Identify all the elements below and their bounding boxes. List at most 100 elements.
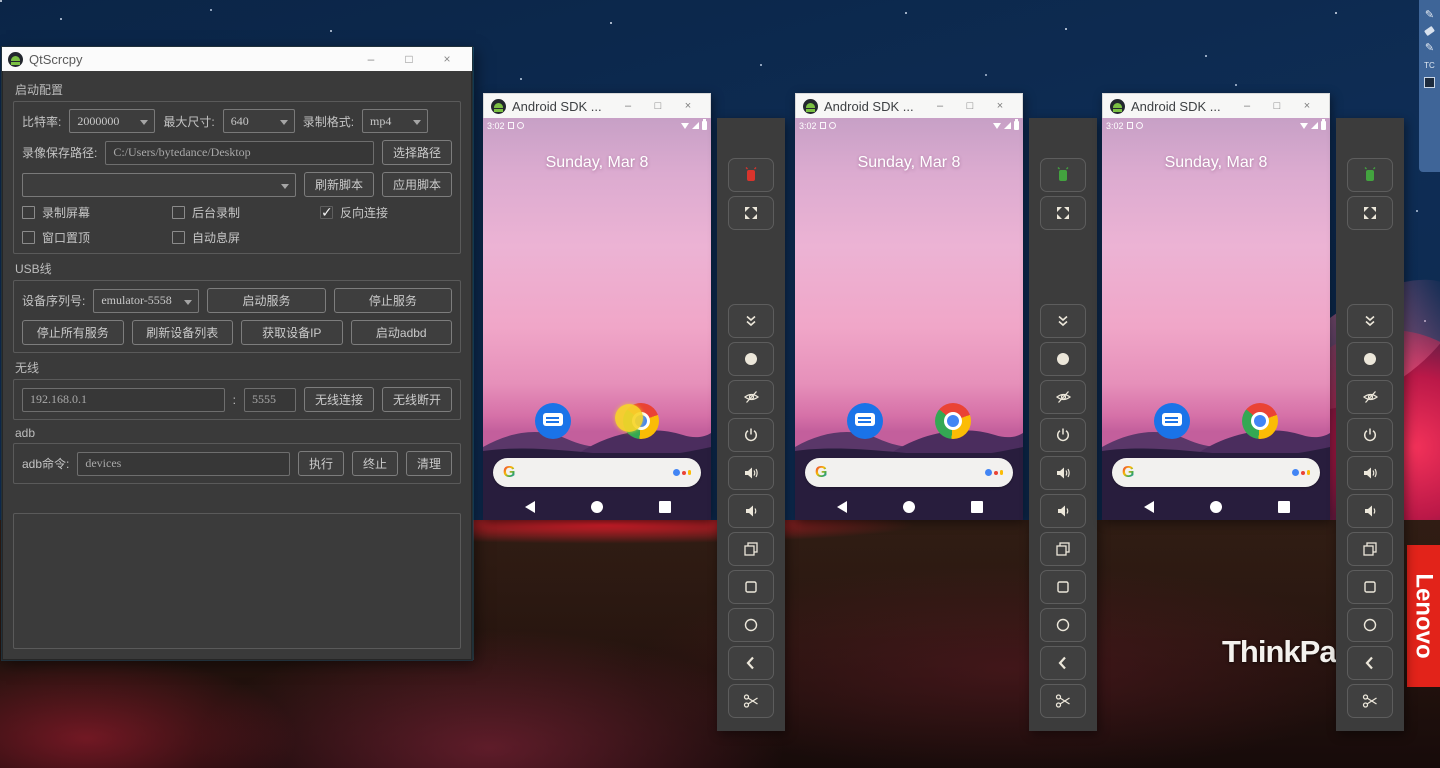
expand-more-button[interactable]	[1040, 304, 1086, 338]
phone-screen[interactable]: 3:02 Sunday, Mar 8 G	[795, 118, 1023, 520]
mic-icon[interactable]	[673, 469, 691, 476]
nav-recent-button[interactable]	[659, 501, 671, 513]
record-indicator-button[interactable]	[1347, 342, 1393, 376]
maximize-button[interactable]: □	[955, 100, 985, 112]
app-switch-button[interactable]	[1347, 532, 1393, 566]
pencil-icon[interactable]: ✎	[1425, 8, 1434, 21]
eraser-icon[interactable]	[1424, 26, 1435, 36]
power-button[interactable]	[728, 418, 774, 452]
checkbox-reverse-connect[interactable]: ✓ 反向连接	[320, 204, 452, 221]
home-button[interactable]	[1347, 608, 1393, 642]
adb-kill-button[interactable]: 终止	[352, 451, 398, 476]
close-button[interactable]: ×	[985, 100, 1015, 112]
close-button[interactable]: ×	[673, 100, 703, 112]
messages-app-icon[interactable]	[1154, 403, 1190, 439]
wireless-port-input[interactable]: 5555	[244, 388, 296, 412]
chrome-app-icon[interactable]	[935, 403, 971, 439]
screenshot-button[interactable]	[1040, 684, 1086, 718]
refresh-script-button[interactable]: 刷新脚本	[304, 172, 374, 197]
device-status-button[interactable]	[1347, 158, 1393, 192]
nav-recent-button[interactable]	[1278, 501, 1290, 513]
checkbox-window-on-top[interactable]: 窗口置顶	[22, 229, 172, 246]
maximize-button[interactable]: □	[643, 100, 673, 112]
volume-up-button[interactable]	[728, 456, 774, 490]
app-switch-button[interactable]	[728, 532, 774, 566]
save-path-input[interactable]: C:/Users/bytedance/Desktop	[105, 141, 374, 165]
nav-home-button[interactable]	[591, 501, 603, 513]
get-device-ip-button[interactable]: 获取设备IP	[241, 320, 343, 345]
refresh-device-list-button[interactable]: 刷新设备列表	[132, 320, 234, 345]
mic-icon[interactable]	[985, 469, 1003, 476]
back-button[interactable]	[728, 646, 774, 680]
close-button[interactable]: ×	[1292, 100, 1322, 112]
filled-square-icon[interactable]	[1424, 77, 1435, 88]
start-service-button[interactable]: 启动服务	[207, 288, 325, 313]
volume-down-button[interactable]	[1040, 494, 1086, 528]
minimize-button[interactable]: –	[613, 100, 643, 112]
checkbox-background-record[interactable]: 后台录制	[172, 204, 320, 221]
screenshot-button[interactable]	[1347, 684, 1393, 718]
record-indicator-button[interactable]	[728, 342, 774, 376]
volume-down-button[interactable]	[1347, 494, 1393, 528]
start-adbd-button[interactable]: 启动adbd	[351, 320, 453, 345]
maximize-button[interactable]: □	[1262, 100, 1292, 112]
wireless-ip-input[interactable]: 192.168.0.1	[22, 388, 225, 412]
power-button[interactable]	[1347, 418, 1393, 452]
max-size-combo[interactable]: 640	[223, 109, 295, 133]
home-button[interactable]	[1040, 608, 1086, 642]
google-search-bar[interactable]: G	[805, 458, 1013, 487]
emulator-titlebar[interactable]: Android SDK ... – □ ×	[795, 93, 1023, 118]
volume-up-button[interactable]	[1347, 456, 1393, 490]
log-output-area[interactable]	[13, 513, 461, 649]
screen-off-button[interactable]	[1347, 380, 1393, 414]
record-indicator-button[interactable]	[1040, 342, 1086, 376]
bitrate-combo[interactable]: 2000000	[69, 109, 155, 133]
stop-all-services-button[interactable]: 停止所有服务	[22, 320, 124, 345]
record-format-combo[interactable]: mp4	[362, 109, 428, 133]
fullscreen-button[interactable]	[1347, 196, 1393, 230]
device-status-button[interactable]	[1040, 158, 1086, 192]
back-button[interactable]	[1347, 646, 1393, 680]
messages-app-icon[interactable]	[847, 403, 883, 439]
home-button[interactable]	[728, 608, 774, 642]
nav-back-button[interactable]	[525, 501, 535, 513]
menu-button[interactable]	[1347, 570, 1393, 604]
volume-down-button[interactable]	[728, 494, 774, 528]
wireless-disconnect-button[interactable]: 无线断开	[382, 387, 452, 412]
checkbox-auto-screen-off[interactable]: 自动息屏	[172, 229, 320, 246]
script-combo[interactable]	[22, 173, 296, 197]
chrome-app-icon[interactable]	[1242, 403, 1278, 439]
serial-combo[interactable]: emulator-5558	[93, 289, 199, 313]
adb-command-input[interactable]: devices	[77, 452, 290, 476]
nav-back-button[interactable]	[837, 501, 847, 513]
menu-button[interactable]	[1040, 570, 1086, 604]
mic-icon[interactable]	[1292, 469, 1310, 476]
wireless-connect-button[interactable]: 无线连接	[304, 387, 374, 412]
messages-app-icon[interactable]	[535, 403, 571, 439]
apply-script-button[interactable]: 应用脚本	[382, 172, 452, 197]
back-button[interactable]	[1040, 646, 1086, 680]
choose-path-button[interactable]: 选择路径	[382, 140, 452, 165]
menu-button[interactable]	[728, 570, 774, 604]
stop-service-button[interactable]: 停止服务	[334, 288, 452, 313]
emulator-titlebar[interactable]: Android SDK ... – □ ×	[483, 93, 711, 118]
expand-more-button[interactable]	[728, 304, 774, 338]
nav-home-button[interactable]	[903, 501, 915, 513]
close-button[interactable]: ×	[428, 47, 466, 71]
phone-screen[interactable]: 3:02 Sunday, Mar 8 G	[483, 118, 711, 520]
minimize-button[interactable]: –	[925, 100, 955, 112]
maximize-button[interactable]: □	[390, 47, 428, 71]
emulator-titlebar[interactable]: Android SDK ... – □ ×	[1102, 93, 1330, 118]
phone-screen[interactable]: 3:02 Sunday, Mar 8 G	[1102, 118, 1330, 520]
checkbox-record-screen[interactable]: 录制屏幕	[22, 204, 172, 221]
adb-run-button[interactable]: 执行	[298, 451, 344, 476]
nav-home-button[interactable]	[1210, 501, 1222, 513]
nav-back-button[interactable]	[1144, 501, 1154, 513]
screen-off-button[interactable]	[728, 380, 774, 414]
adb-clear-button[interactable]: 清理	[406, 451, 452, 476]
nav-recent-button[interactable]	[971, 501, 983, 513]
marker-icon[interactable]: ✎	[1425, 41, 1434, 54]
fullscreen-button[interactable]	[728, 196, 774, 230]
fullscreen-button[interactable]	[1040, 196, 1086, 230]
screenshot-button[interactable]	[728, 684, 774, 718]
